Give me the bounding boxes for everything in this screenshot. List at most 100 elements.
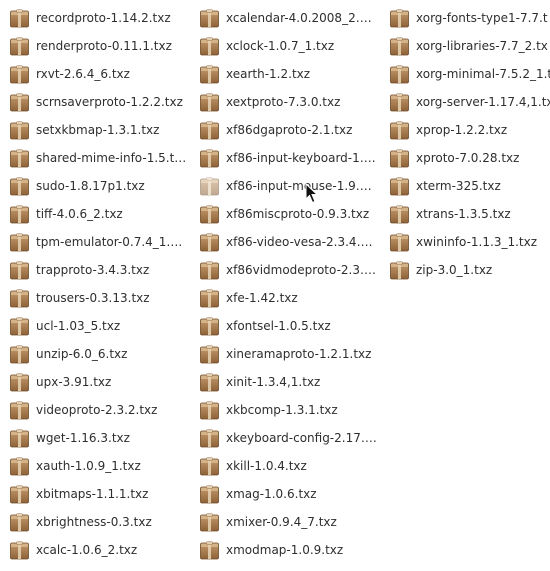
file-item[interactable]: tpm-emulator-0.7.4_1…. xyxy=(10,228,190,256)
file-item[interactable]: xbrightness-0.3.txz xyxy=(10,508,190,536)
file-item[interactable]: setxkbmap-1.3.1.txz xyxy=(10,116,190,144)
package-archive-icon xyxy=(10,177,29,196)
file-item[interactable]: unzip-6.0_6.txz xyxy=(10,340,190,368)
file-item[interactable]: upx-3.91.txz xyxy=(10,368,190,396)
file-item[interactable]: xtrans-1.3.5.txz xyxy=(390,200,550,228)
file-item[interactable]: xcalc-1.0.6_2.txz xyxy=(10,536,190,564)
file-item[interactable]: xfontsel-1.0.5.txz xyxy=(200,312,380,340)
file-item[interactable]: xorg-libraries-7.7_2.tx xyxy=(390,32,550,60)
package-archive-icon xyxy=(10,9,29,28)
file-item[interactable]: recordproto-1.14.2.txz xyxy=(10,4,190,32)
package-archive-icon xyxy=(200,149,219,168)
package-archive-icon xyxy=(200,513,219,532)
file-item[interactable]: xf86-input-mouse-1.9…. xyxy=(200,172,380,200)
file-name: xfontsel-1.0.5.txz xyxy=(226,318,331,333)
file-item[interactable]: renderproto-0.11.1.txz xyxy=(10,32,190,60)
package-archive-icon xyxy=(200,457,219,476)
file-name: videoproto-2.3.2.txz xyxy=(36,402,158,417)
package-archive-icon xyxy=(10,457,29,476)
file-name: xkeyboard-config-2.17…. xyxy=(226,430,377,445)
file-item[interactable]: xf86dgaproto-2.1.txz xyxy=(200,116,380,144)
file-item[interactable]: rxvt-2.6.4_6.txz xyxy=(10,60,190,88)
file-item[interactable]: scrnsaverproto-1.2.2.txz xyxy=(10,88,190,116)
file-item[interactable]: ucl-1.03_5.txz xyxy=(10,312,190,340)
file-item[interactable]: trousers-0.3.13.txz xyxy=(10,284,190,312)
file-item[interactable]: xextproto-7.3.0.txz xyxy=(200,88,380,116)
file-name: xprop-1.2.2.txz xyxy=(416,122,508,137)
package-archive-icon xyxy=(200,401,219,420)
file-item[interactable]: xbitmaps-1.1.1.txz xyxy=(10,480,190,508)
file-item[interactable]: xf86-video-vesa-2.3.4…. xyxy=(200,228,380,256)
file-item[interactable]: xmixer-0.9.4_7.txz xyxy=(200,508,380,536)
package-archive-icon xyxy=(10,261,29,280)
package-archive-icon xyxy=(10,401,29,420)
file-item[interactable]: videoproto-2.3.2.txz xyxy=(10,396,190,424)
file-item[interactable]: xf86vidmodeproto-2.3…. xyxy=(200,256,380,284)
file-item[interactable]: xprop-1.2.2.txz xyxy=(390,116,550,144)
file-column-2: xcalendar-4.0.2008_2…. xclock-1.0.7_1.txz… xyxy=(200,4,380,564)
file-name: xcalendar-4.0.2008_2…. xyxy=(226,10,372,25)
package-archive-icon xyxy=(390,177,409,196)
package-archive-icon xyxy=(10,513,29,532)
package-archive-icon xyxy=(390,65,409,84)
file-name: upx-3.91.txz xyxy=(36,374,112,389)
file-item[interactable]: xorg-minimal-7.5.2_1.t xyxy=(390,60,550,88)
file-name: xf86dgaproto-2.1.txz xyxy=(226,122,353,137)
file-name: xextproto-7.3.0.txz xyxy=(226,94,341,109)
package-archive-icon xyxy=(10,149,29,168)
file-item[interactable]: xineramaproto-1.2.1.txz xyxy=(200,340,380,368)
package-archive-icon xyxy=(200,345,219,364)
package-archive-icon xyxy=(10,121,29,140)
package-archive-icon xyxy=(10,37,29,56)
file-name: unzip-6.0_6.txz xyxy=(36,346,128,361)
file-name: tiff-4.0.6_2.txz xyxy=(36,206,123,221)
file-name: shared-mime-info-1.5.t… xyxy=(36,150,187,165)
package-archive-icon xyxy=(200,37,219,56)
package-archive-icon xyxy=(200,121,219,140)
file-item[interactable]: xmag-1.0.6.txz xyxy=(200,480,380,508)
file-name: xmixer-0.9.4_7.txz xyxy=(226,514,337,529)
file-item[interactable]: xmodmap-1.0.9.txz xyxy=(200,536,380,564)
file-name: xkill-1.0.4.txz xyxy=(226,458,307,473)
file-name: xorg-fonts-type1-7.7.t xyxy=(416,10,548,25)
package-archive-icon xyxy=(10,233,29,252)
file-name: xmag-1.0.6.txz xyxy=(226,486,317,501)
file-item[interactable]: xkill-1.0.4.txz xyxy=(200,452,380,480)
package-archive-icon xyxy=(200,233,219,252)
file-item[interactable]: xorg-fonts-type1-7.7.t xyxy=(390,4,550,32)
package-archive-icon xyxy=(200,177,219,196)
file-item[interactable]: xcalendar-4.0.2008_2…. xyxy=(200,4,380,32)
package-archive-icon xyxy=(10,317,29,336)
file-item[interactable]: xauth-1.0.9_1.txz xyxy=(10,452,190,480)
file-name: xearth-1.2.txz xyxy=(226,66,311,81)
file-item[interactable]: xkeyboard-config-2.17…. xyxy=(200,424,380,452)
file-name: xf86miscproto-0.9.3.txz xyxy=(226,206,370,221)
file-item[interactable]: xwininfo-1.1.3_1.txz xyxy=(390,228,550,256)
file-item[interactable]: shared-mime-info-1.5.t… xyxy=(10,144,190,172)
file-item[interactable]: xclock-1.0.7_1.txz xyxy=(200,32,380,60)
file-name: xorg-server-1.17.4,1.tx xyxy=(416,94,550,109)
package-archive-icon xyxy=(10,541,29,560)
file-item[interactable]: sudo-1.8.17p1.txz xyxy=(10,172,190,200)
file-item[interactable]: xterm-325.txz xyxy=(390,172,550,200)
file-item[interactable]: xkbcomp-1.3.1.txz xyxy=(200,396,380,424)
file-item[interactable]: tiff-4.0.6_2.txz xyxy=(10,200,190,228)
package-archive-icon xyxy=(200,93,219,112)
file-name: xf86-video-vesa-2.3.4…. xyxy=(226,234,373,249)
file-item[interactable]: xorg-server-1.17.4,1.tx xyxy=(390,88,550,116)
file-item[interactable]: xfe-1.42.txz xyxy=(200,284,380,312)
file-item[interactable]: trapproto-3.4.3.txz xyxy=(10,256,190,284)
file-item[interactable]: xf86-input-keyboard-1…. xyxy=(200,144,380,172)
package-archive-icon xyxy=(390,9,409,28)
file-item[interactable]: wget-1.16.3.txz xyxy=(10,424,190,452)
file-item[interactable]: xearth-1.2.txz xyxy=(200,60,380,88)
file-item[interactable]: zip-3.0_1.txz xyxy=(390,256,550,284)
file-name: xfe-1.42.txz xyxy=(226,290,298,305)
package-archive-icon xyxy=(200,317,219,336)
file-item[interactable]: xf86miscproto-0.9.3.txz xyxy=(200,200,380,228)
file-item[interactable]: xinit-1.3.4,1.txz xyxy=(200,368,380,396)
package-archive-icon xyxy=(10,93,29,112)
file-name: tpm-emulator-0.7.4_1…. xyxy=(36,234,183,249)
file-item[interactable]: xproto-7.0.28.txz xyxy=(390,144,550,172)
package-archive-icon xyxy=(200,485,219,504)
